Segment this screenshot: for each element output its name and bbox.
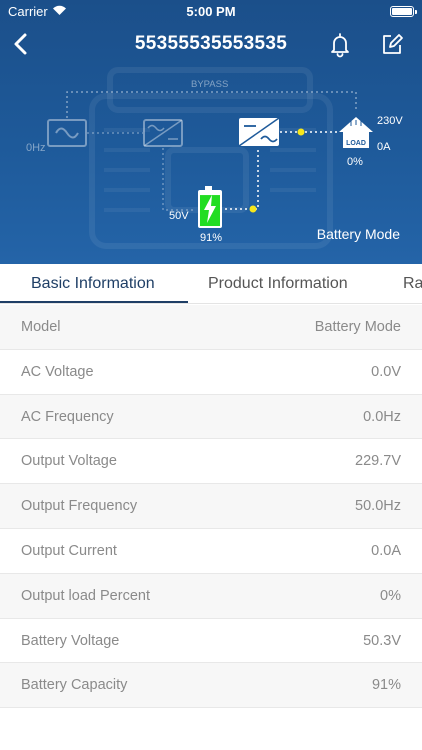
tab-rated-information[interactable]: Ra	[403, 264, 422, 303]
operating-mode-label: Battery Mode	[316, 226, 400, 242]
row-label: Output load Percent	[21, 587, 150, 604]
list-item: AC Voltage 0.0V	[0, 350, 422, 395]
home-load-icon: LOAD	[339, 117, 373, 148]
row-label: Battery Capacity	[21, 677, 128, 694]
rectifier-icon	[143, 119, 183, 147]
load-percent-label: 0%	[347, 156, 363, 168]
list-item: AC Frequency 0.0Hz	[0, 394, 422, 440]
list-item: Model Battery Mode	[0, 305, 422, 350]
row-label: Output Frequency	[21, 498, 138, 515]
row-value: 229.7V	[355, 453, 401, 470]
list-item: Output Frequency 50.0Hz	[0, 484, 422, 529]
tab-basic-information[interactable]: Basic Information	[31, 264, 155, 303]
row-value: 0.0A	[371, 542, 401, 559]
row-value: Battery Mode	[314, 319, 401, 335]
row-label: AC Voltage	[21, 363, 94, 380]
active-tab-indicator	[0, 301, 188, 303]
flow-dot-load	[297, 128, 305, 136]
row-label: Battery Voltage	[21, 632, 120, 649]
row-value: 50.0Hz	[355, 498, 401, 515]
battery-charging-icon	[198, 186, 222, 228]
list-item: Battery Voltage 50.3V	[0, 619, 422, 664]
row-value: 0.0Hz	[363, 408, 401, 425]
basic-info-list: Model Battery Mode AC Voltage 0.0V AC Fr…	[0, 305, 422, 709]
power-flow-diagram: LOAD	[47, 91, 373, 228]
output-voltage-label: 230V	[377, 115, 403, 127]
output-current-label: 0A	[377, 141, 391, 153]
row-label: Output Current	[21, 542, 117, 559]
list-item: Battery Capacity 91%	[0, 663, 422, 709]
row-label: Output Voltage	[21, 453, 117, 470]
ac-input-icon	[47, 119, 87, 147]
info-tabs: Basic Information Product Information Ra	[0, 264, 422, 304]
battery-percent-label: 91%	[200, 232, 223, 244]
battery-voltage-label: 50V	[169, 210, 189, 222]
rectifier-battery-line	[162, 148, 196, 211]
battery-inverter-line	[225, 148, 259, 210]
row-value: 0.0V	[371, 363, 401, 380]
tab-product-information[interactable]: Product Information	[208, 264, 348, 303]
bypass-line	[66, 91, 357, 118]
row-label: AC Frequency	[21, 408, 114, 425]
row-label: Model	[21, 319, 61, 335]
input-frequency-label: 0Hz	[26, 142, 46, 154]
row-value: 50.3V	[363, 632, 401, 649]
list-item: Output load Percent 0%	[0, 573, 422, 619]
flow-dot-battery	[249, 205, 257, 213]
list-item: Output Current 0.0A	[0, 529, 422, 574]
inverter-icon	[238, 117, 280, 147]
bypass-label: BYPASS	[191, 79, 229, 90]
list-item: Output Voltage 229.7V	[0, 439, 422, 485]
row-value: 91%	[371, 677, 401, 694]
load-text: LOAD	[346, 140, 366, 147]
power-flow-header: Carrier 5:00 PM 55355535553535 LOAD BYPA…	[0, 0, 422, 264]
row-value: 0%	[380, 587, 401, 604]
